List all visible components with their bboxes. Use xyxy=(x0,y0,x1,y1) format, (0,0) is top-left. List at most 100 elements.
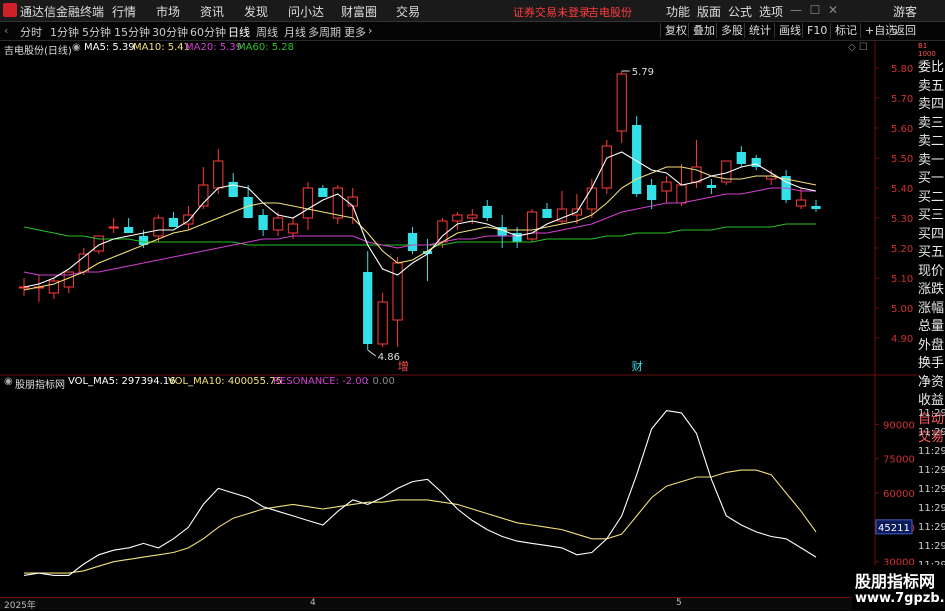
side-item[interactable]: 外盘 xyxy=(918,337,945,356)
menu-faxian[interactable]: 发现 xyxy=(244,3,268,20)
vol-ma5-line xyxy=(23,410,817,576)
menu-banmian[interactable]: 版面 xyxy=(697,3,721,20)
candle-body xyxy=(18,286,30,289)
candle-body xyxy=(586,187,597,210)
candle-body xyxy=(168,218,179,227)
app-title: 通达信金融终端 xyxy=(20,5,105,19)
ma20-line xyxy=(23,187,816,276)
side-item[interactable]: 总量 xyxy=(918,318,945,337)
side-item[interactable]: 买五 xyxy=(918,244,945,263)
y-tick-label: 5.70 xyxy=(891,94,913,105)
period-30min[interactable]: 30分钟 xyxy=(152,24,188,40)
candle-body xyxy=(302,187,314,219)
collapse-arrow-icon[interactable]: ‹ xyxy=(4,24,8,37)
candle-body xyxy=(437,220,448,243)
side-item[interactable]: 买一 xyxy=(918,170,945,189)
menu-caifuquan[interactable]: 财富圈 xyxy=(341,3,377,20)
time-label: 11:29 xyxy=(918,503,945,514)
menu-gongshi[interactable]: 公式 xyxy=(728,3,752,20)
app-logo-icon xyxy=(3,3,17,17)
side-item[interactable]: 涨幅 xyxy=(918,300,945,319)
period-fenshi[interactable]: 分时 xyxy=(20,24,42,40)
date-axis: 2025年 4 5 xyxy=(0,597,875,611)
side-item[interactable]: 委比 xyxy=(918,59,945,78)
time-labels: 11:29 11:29 11:29 11:29 11:29 11:29 11:29 11:29… xyxy=(918,404,945,575)
side-item[interactable]: 卖四 xyxy=(918,96,945,115)
menu-wenxiaoda[interactable]: 问小达 xyxy=(288,3,324,20)
top-menu-bar: 通达信金融终端 行情 市场 资讯 发现 问小达 财富圈 交易 证券交易未登录 吉… xyxy=(0,0,945,22)
candle-body xyxy=(108,226,119,229)
ma60-line xyxy=(23,223,816,246)
y-tick-label: 5.50 xyxy=(891,154,913,165)
candle-body xyxy=(377,301,388,345)
btn-duogu[interactable]: 多股 xyxy=(716,23,747,38)
btn-biaoji[interactable]: 标记 xyxy=(830,23,861,38)
btn-huaxian[interactable]: 画线 xyxy=(774,23,805,38)
time-label: 11:29 xyxy=(918,408,945,419)
side-item[interactable]: 卖五 xyxy=(918,78,945,97)
candle-body xyxy=(272,217,284,231)
side-item[interactable]: 换手 xyxy=(918,355,945,374)
btn-back[interactable]: 返回 xyxy=(889,23,920,38)
time-label: 11:29 xyxy=(918,541,945,552)
low-label: 4.86 xyxy=(378,352,400,363)
menu-jiaoyi[interactable]: 交易 xyxy=(396,3,420,20)
menu-zixun[interactable]: 资讯 xyxy=(200,3,224,20)
side-item[interactable]: 卖三 xyxy=(918,115,945,134)
period-daily[interactable]: 日线 xyxy=(228,24,250,40)
candle-body xyxy=(392,262,403,321)
time-label: 11:29 xyxy=(918,427,945,438)
side-item[interactable]: 净资 xyxy=(918,374,945,393)
date-label-apr: 4 xyxy=(310,598,316,608)
date-label-2025: 2025年 xyxy=(4,601,36,611)
ma10-line xyxy=(23,166,817,291)
menu-gongneng[interactable]: 功能 xyxy=(666,3,690,20)
chart-canvas[interactable]: 5.80 5.70 5.60 5.50 5.40 5.30 5.20 5.10 5.00 4.90… xyxy=(0,40,918,597)
current-value-label: 45211 xyxy=(878,523,910,534)
y-tick-label: 5.60 xyxy=(891,124,913,135)
marker-cai: 财 xyxy=(632,359,643,373)
watermark: 股朋指标网 www.7gpzb.com xyxy=(852,565,945,609)
quote-side-panel: B1 1000 委比 卖五 卖四 卖三 卖二 卖一 买一 买二 买三 买四 买五 现价 涨跌 涨幅 总量 外盘… xyxy=(918,42,945,448)
candle-body xyxy=(542,209,552,218)
period-weekly[interactable]: 周线 xyxy=(256,24,278,40)
period-1min[interactable]: 1分钟 xyxy=(50,24,79,40)
period-multi[interactable]: 多周期 xyxy=(308,24,341,40)
period-5min[interactable]: 5分钟 xyxy=(82,24,111,40)
stock-name-header: 吉电股份 xyxy=(588,6,632,19)
y-tick-label: 5.10 xyxy=(891,274,913,285)
window-controls[interactable]: — ☐ ✕ xyxy=(790,3,838,17)
side-item[interactable]: 买四 xyxy=(918,226,945,245)
menu-shichang[interactable]: 市场 xyxy=(156,3,180,20)
menu-xuanxiang[interactable]: 选项 xyxy=(759,3,783,20)
menu-hangqing[interactable]: 行情 xyxy=(112,3,136,20)
side-item[interactable]: 卖一 xyxy=(918,152,945,171)
side-item[interactable]: 涨跌 xyxy=(918,281,945,300)
vol-y-tick-label: 75000 xyxy=(883,455,915,466)
btn-fuquan[interactable]: 复权 xyxy=(660,23,691,38)
candle-body xyxy=(153,217,164,237)
watermark-line2: www.7gpzb.com xyxy=(855,591,945,606)
side-item[interactable]: 买二 xyxy=(918,189,945,208)
login-warning[interactable]: 证券交易未登录 xyxy=(513,4,590,20)
period-monthly[interactable]: 月线 xyxy=(284,24,306,40)
candle-body xyxy=(467,214,478,219)
side-item[interactable]: 现价 xyxy=(918,263,945,282)
time-label: 11:29 xyxy=(918,522,945,533)
side-item[interactable]: 卖二 xyxy=(918,133,945,152)
candle-body xyxy=(795,199,807,207)
btn-diejia[interactable]: 叠加 xyxy=(688,23,719,38)
y-tick-label: 4.90 xyxy=(891,334,913,345)
btn-f10[interactable]: F10 xyxy=(802,23,831,38)
period-15min[interactable]: 15分钟 xyxy=(114,24,150,40)
candle-body xyxy=(526,211,538,240)
period-more[interactable]: 更多 xyxy=(344,24,366,40)
user-guest[interactable]: 游客 xyxy=(893,3,917,20)
candle-body xyxy=(661,181,672,192)
y-tick-label: 5.30 xyxy=(891,214,913,225)
btn-tongji[interactable]: 统计 xyxy=(744,23,775,38)
side-item[interactable]: 买三 xyxy=(918,207,945,226)
period-60min[interactable]: 60分钟 xyxy=(190,24,226,40)
candle-body xyxy=(332,187,343,219)
more-arrow-icon[interactable]: › xyxy=(368,24,372,37)
